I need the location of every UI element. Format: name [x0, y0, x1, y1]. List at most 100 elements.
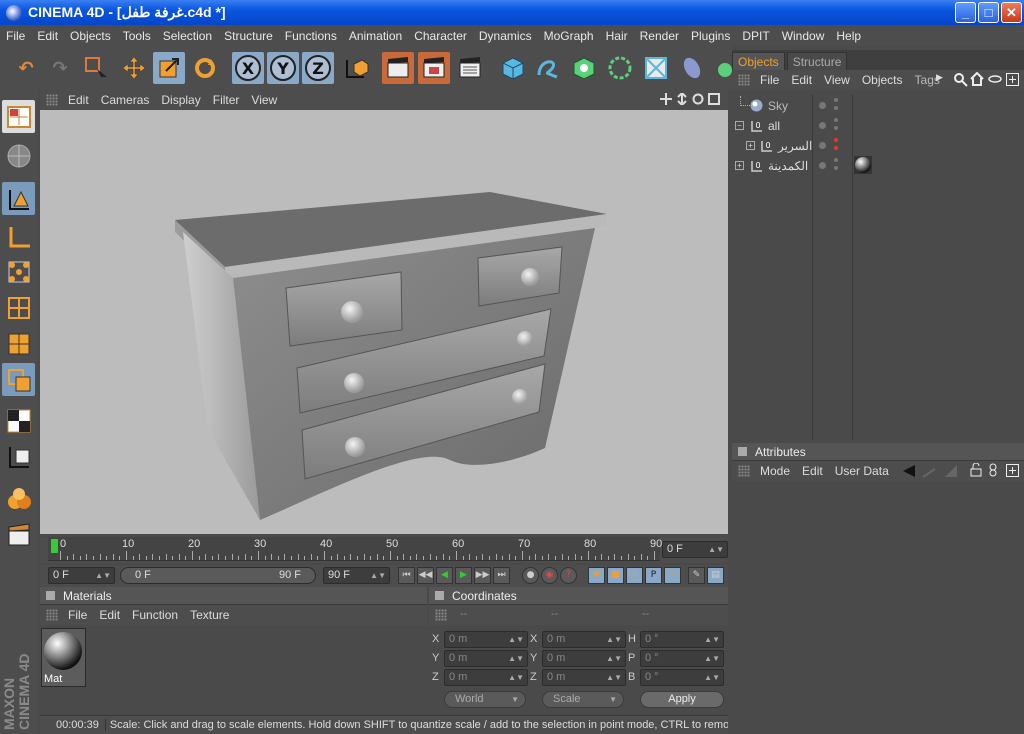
key-scale-icon[interactable]: ■ — [607, 567, 624, 584]
rotate-icon[interactable] — [189, 52, 221, 84]
apply-button[interactable]: Apply — [640, 691, 724, 708]
object-row-sky[interactable]: Sky — [732, 96, 1024, 116]
viewport-menu-filter[interactable]: Filter — [207, 93, 246, 107]
lock-icon[interactable] — [970, 463, 982, 477]
rot-b-field[interactable]: 0 ° ▲▼ — [640, 669, 724, 686]
viewport-menu-display[interactable]: Display — [155, 93, 206, 107]
key-position-icon[interactable]: ✥ — [588, 567, 605, 584]
menu-file[interactable]: File — [0, 29, 31, 43]
object-row-bed[interactable]: + 0 السرير — [732, 136, 1024, 156]
z-axis-icon[interactable]: Z — [302, 52, 334, 84]
3d-viewport[interactable] — [40, 110, 728, 534]
menu-animation[interactable]: Animation — [343, 29, 408, 43]
viewport-layout-icon[interactable] — [2, 100, 35, 133]
menu-dpit[interactable]: DPIT — [736, 29, 775, 43]
array-icon[interactable] — [604, 52, 636, 84]
key-parameter-icon[interactable]: P — [645, 567, 662, 584]
next-key-icon[interactable]: ▶▶ — [474, 567, 491, 584]
points-mode-icon[interactable] — [2, 255, 35, 288]
materials-menu-file[interactable]: File — [62, 608, 93, 622]
render-settings-icon[interactable] — [454, 52, 486, 84]
panel-toggle-icon[interactable] — [435, 591, 444, 600]
frame-range-slider[interactable]: 0 F 90 F — [120, 567, 316, 584]
keyframe-help-icon[interactable]: ? — [560, 567, 577, 584]
menu-structure[interactable]: Structure — [218, 29, 279, 43]
rot-h-field[interactable]: 0 ° ▲▼ — [640, 631, 724, 648]
texture-axis-icon[interactable] — [2, 404, 35, 437]
menu-tools[interactable]: Tools — [117, 29, 157, 43]
model-mode-icon[interactable] — [2, 139, 35, 172]
tab-objects[interactable]: Objects — [732, 52, 785, 70]
y-axis-icon[interactable]: Y — [267, 52, 299, 84]
viewport-menu-view[interactable]: View — [245, 93, 283, 107]
motion-path-icon[interactable]: ✎ — [688, 567, 705, 584]
objects-menu-objects[interactable]: Objects — [856, 73, 909, 87]
undo-icon[interactable]: ↶ — [10, 52, 42, 84]
start-frame-field[interactable]: 0 F ▲▼ — [48, 567, 115, 584]
rot-p-field[interactable]: 0 ° ▲▼ — [640, 650, 724, 667]
x-axis-icon[interactable]: X — [232, 52, 264, 84]
size-x-field[interactable]: 0 m ▲▼ — [542, 631, 626, 648]
close-button[interactable]: ✕ — [1001, 2, 1022, 23]
new-window-icon[interactable] — [1006, 464, 1019, 477]
minimize-button[interactable]: _ — [955, 2, 976, 23]
panel-toggle-icon[interactable] — [738, 447, 747, 456]
objects-menu-file[interactable]: File — [754, 73, 785, 87]
play-backwards-icon[interactable]: ◀ — [436, 567, 453, 584]
texture-mode-icon[interactable] — [2, 363, 35, 396]
link-icon[interactable] — [988, 463, 998, 477]
play-forwards-icon[interactable]: ▶ — [455, 567, 472, 584]
render-view-icon[interactable] — [382, 52, 414, 84]
pos-x-field[interactable]: 0 m ▲▼ — [444, 631, 528, 648]
material-tag-icon[interactable] — [854, 156, 872, 174]
animation-mode-icon[interactable] — [2, 518, 35, 551]
deformer-icon[interactable] — [640, 52, 672, 84]
zoom-view-icon[interactable] — [676, 93, 688, 105]
search-icon[interactable] — [954, 73, 968, 87]
timeline-ruler[interactable]: 0 10 20 30 40 50 60 70 80 90 0 F ▲▼ — [40, 537, 728, 563]
workplane-icon[interactable] — [2, 440, 35, 473]
key-pla-icon[interactable]: ⁙ — [664, 567, 681, 584]
menu-render[interactable]: Render — [634, 29, 685, 43]
size-y-field[interactable]: 0 m ▲▼ — [542, 650, 626, 667]
current-frame-field[interactable]: 0 F ▲▼ — [662, 541, 728, 558]
forward-arrow-icon[interactable] — [922, 464, 936, 478]
object-row-all[interactable]: − 0 all — [732, 116, 1024, 136]
menu-help[interactable]: Help — [830, 29, 867, 43]
object-row-dresser[interactable]: + 0 الكمدينة — [732, 156, 1024, 176]
view-toggle-icon[interactable] — [988, 74, 1002, 84]
menu-objects[interactable]: Objects — [64, 29, 117, 43]
attributes-menu-userdata[interactable]: User Data — [829, 464, 895, 478]
live-selection-icon[interactable] — [80, 52, 112, 84]
move-icon[interactable] — [118, 52, 150, 84]
edges-mode-icon[interactable] — [2, 291, 35, 324]
new-window-icon[interactable] — [1006, 73, 1019, 86]
key-rotation-icon[interactable]: ◎ — [626, 567, 643, 584]
material-swatch[interactable]: Mat — [41, 628, 86, 687]
spline-icon[interactable] — [532, 52, 564, 84]
editor-visibility-dot[interactable] — [819, 122, 826, 129]
objects-menu-edit[interactable]: Edit — [785, 73, 818, 87]
materials-menu-edit[interactable]: Edit — [93, 608, 126, 622]
axis-mode-icon[interactable] — [2, 220, 35, 253]
attributes-menu-mode[interactable]: Mode — [754, 464, 796, 478]
autokeying-icon[interactable]: ◉ — [541, 567, 558, 584]
scale-icon[interactable] — [153, 52, 185, 84]
previous-key-icon[interactable]: ◀◀ — [417, 567, 434, 584]
go-to-end-icon[interactable]: ⏭ — [493, 567, 510, 584]
transform-mode-dropdown[interactable]: Scale ▼ — [542, 691, 624, 708]
expand-icon[interactable]: + — [735, 161, 744, 170]
editor-visibility-dot[interactable] — [819, 102, 826, 109]
objects-menu-view[interactable]: View — [818, 73, 856, 87]
menu-selection[interactable]: Selection — [157, 29, 218, 43]
timeline-window-icon[interactable]: ▤ — [707, 567, 724, 584]
scene-icon[interactable] — [676, 52, 708, 84]
polygons-mode-icon[interactable] — [2, 327, 35, 360]
tab-structure[interactable]: Structure — [786, 52, 848, 70]
sculpt-icon[interactable] — [2, 482, 35, 515]
menu-edit[interactable]: Edit — [31, 29, 64, 43]
menu-mograph[interactable]: MoGraph — [538, 29, 600, 43]
menu-functions[interactable]: Functions — [279, 29, 343, 43]
materials-menu-function[interactable]: Function — [126, 608, 184, 622]
redo-icon[interactable]: ↷ — [44, 52, 76, 84]
